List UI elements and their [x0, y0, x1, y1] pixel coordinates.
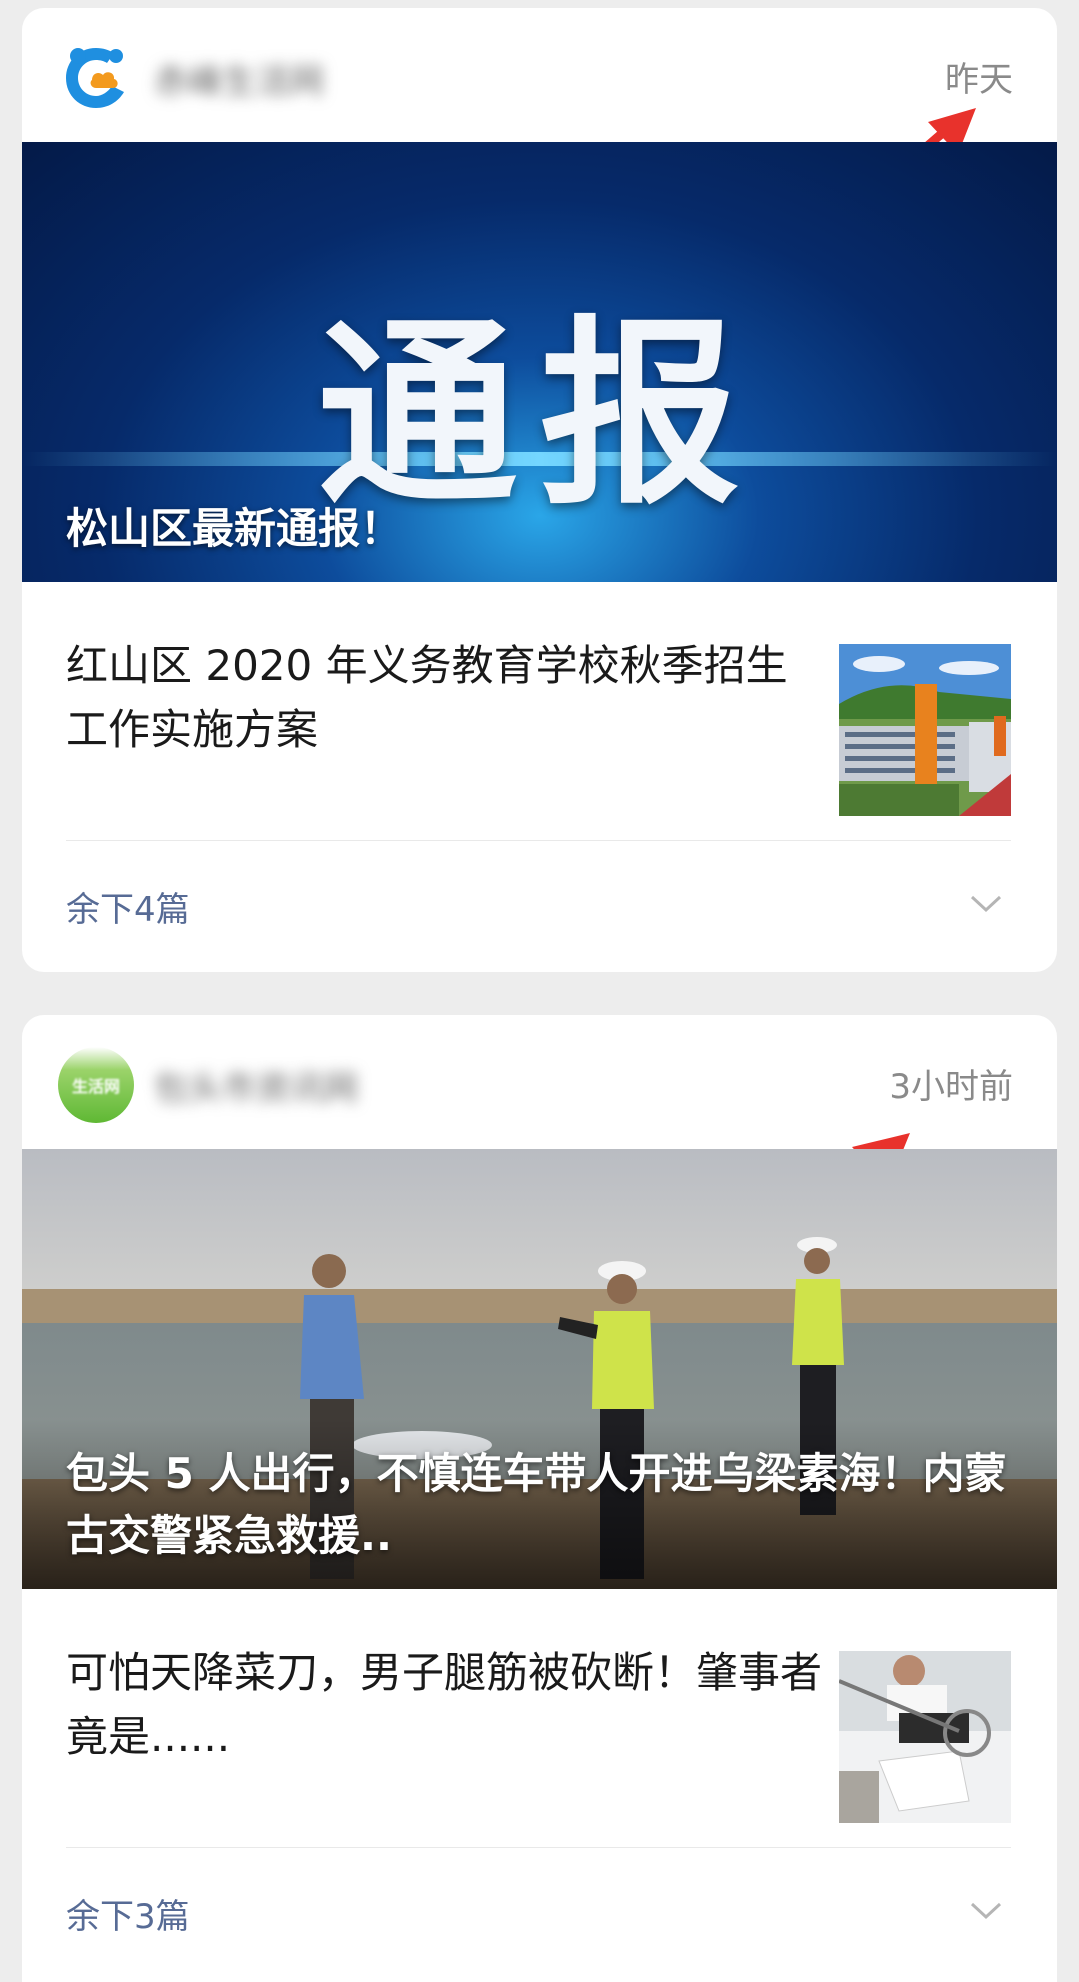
account-name[interactable]: 赤峰生活网: [154, 54, 324, 103]
publish-time: 昨天: [945, 60, 1013, 100]
hospital-patient-photo: [839, 1651, 1011, 1823]
article-item[interactable]: 可怕天降菜刀，男子腿筋被砍断！肇事者竟是......: [66, 1589, 1011, 1848]
article-title: 红山区 2020 年义务教育学校秋季招生工作实施方案: [66, 641, 788, 754]
article-item[interactable]: 红山区 2020 年义务教育学校秋季招生工作实施方案: [66, 582, 1011, 841]
feed-card[interactable]: 赤峰生活网 昨天 通报 松山区最新通报！ 红山区 2020 年义务教育学校秋季招…: [22, 8, 1057, 972]
avatar-text: 生活网: [71, 1077, 120, 1096]
card-header: 赤峰生活网 昨天: [22, 8, 1057, 199]
headline-banner[interactable]: 通报 松山区最新通报！: [22, 142, 1057, 582]
school-building-photo: [839, 644, 1011, 816]
account-name[interactable]: 包头市资讯网: [154, 1061, 358, 1110]
more-articles-label: 余下4篇: [66, 890, 190, 930]
article-title: 可怕天降菜刀，男子腿筋被砍断！肇事者竟是......: [66, 1648, 823, 1761]
more-articles-row[interactable]: 余下4篇: [66, 840, 1011, 972]
headline-title: 松山区最新通报！: [66, 504, 403, 553]
chevron-down-icon[interactable]: [969, 1901, 1003, 1921]
more-articles-label: 余下3篇: [66, 1897, 190, 1937]
cloud-logo-icon: [66, 48, 124, 108]
headline-title: 包头 5 人出行，不慎连车带人开进乌梁素海！内蒙古交警紧急救援..: [66, 1449, 1007, 1560]
chevron-down-icon[interactable]: [969, 894, 1003, 914]
account-avatar[interactable]: [58, 40, 134, 116]
headline-banner[interactable]: 包头 5 人出行，不慎连车带人开进乌梁素海！内蒙古交警紧急救援..: [22, 1149, 1057, 1589]
card-header: 生活网 包头市资讯网 3小时前: [22, 1015, 1057, 1270]
account-avatar[interactable]: 生活网: [58, 1047, 134, 1123]
more-articles-row[interactable]: 余下3篇: [66, 1847, 1011, 1979]
feed-card[interactable]: 生活网 包头市资讯网 3小时前 包头 5 人出行，不慎连车带人开进乌梁素海！内蒙…: [22, 1015, 1057, 1982]
publish-time: 3小时前: [889, 1067, 1013, 1107]
